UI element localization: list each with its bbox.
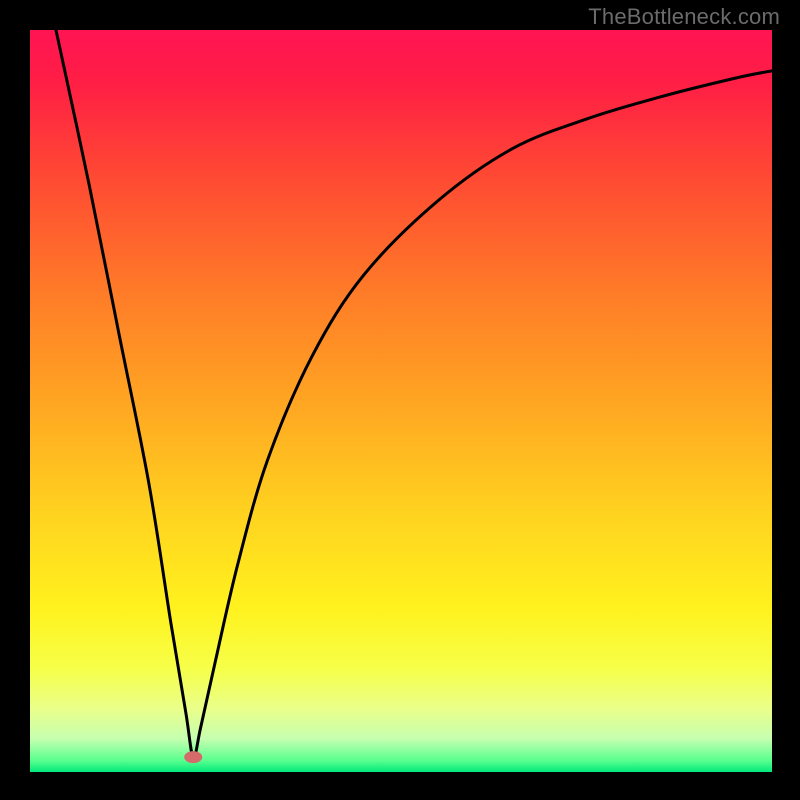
watermark-text: TheBottleneck.com <box>588 4 780 30</box>
bottleneck-chart <box>0 0 800 800</box>
chart-frame: TheBottleneck.com <box>0 0 800 800</box>
plot-background <box>30 30 772 772</box>
optimal-marker <box>184 751 202 763</box>
